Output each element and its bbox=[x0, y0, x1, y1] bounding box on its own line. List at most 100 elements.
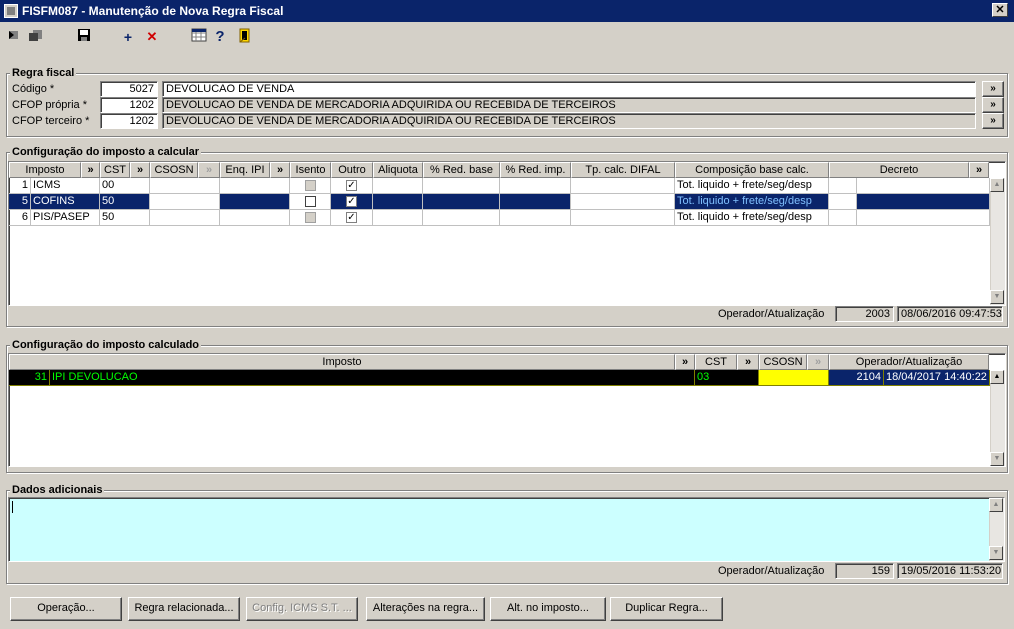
cell-empty[interactable] bbox=[150, 210, 220, 226]
cell-imposto[interactable]: ICMS bbox=[31, 178, 100, 194]
operacao-button[interactable]: Operação... bbox=[10, 597, 122, 621]
scroll-down-icon[interactable]: ▼ bbox=[990, 290, 1004, 304]
header-calc-cst-more[interactable]: » bbox=[737, 354, 759, 370]
previous-icon[interactable] bbox=[28, 28, 44, 46]
cell-empty[interactable] bbox=[220, 210, 290, 226]
header-calc-csosn[interactable]: CSOSN bbox=[759, 354, 807, 370]
header-decreto-more[interactable]: » bbox=[969, 162, 989, 178]
cell-empty[interactable] bbox=[373, 178, 423, 194]
header-enq-ipi[interactable]: Enq. IPI bbox=[220, 162, 270, 178]
alt-imposto-button[interactable]: Alt. no imposto... bbox=[490, 597, 606, 621]
cfop-propria-field[interactable]: 1202 bbox=[100, 97, 158, 113]
isento-checkbox-cell[interactable] bbox=[290, 194, 331, 210]
header-calc-cst[interactable]: CST bbox=[695, 354, 737, 370]
cell-cst[interactable]: 00 bbox=[100, 178, 150, 194]
header-csosn[interactable]: CSOSN bbox=[150, 162, 198, 178]
header-cst-more[interactable]: » bbox=[130, 162, 150, 178]
cell-composicao[interactable]: Tot. liquido + frete/seg/desp bbox=[675, 178, 829, 194]
cell-num[interactable]: 6 bbox=[9, 210, 31, 226]
outro-checkbox[interactable]: ✓ bbox=[346, 212, 357, 223]
outro-checkbox-cell[interactable]: ✓ bbox=[331, 178, 373, 194]
dados-adicionais-textarea[interactable] bbox=[8, 497, 1005, 562]
calc-cell-csosn[interactable] bbox=[759, 370, 829, 386]
codigo-lookup-button[interactable]: » bbox=[982, 81, 1004, 97]
isento-checkbox-cell[interactable] bbox=[290, 178, 331, 194]
cell-empty[interactable] bbox=[829, 194, 857, 210]
outro-checkbox[interactable]: ✓ bbox=[346, 196, 357, 207]
cell-empty[interactable] bbox=[150, 178, 220, 194]
header-red-imp[interactable]: % Red. imp. bbox=[500, 162, 571, 178]
cell-cst[interactable]: 50 bbox=[100, 194, 150, 210]
header-calc-operador[interactable]: Operador/Atualização bbox=[829, 354, 989, 370]
cell-empty[interactable] bbox=[857, 210, 990, 226]
save-icon[interactable] bbox=[76, 28, 92, 46]
calc-cell-num[interactable]: 31 bbox=[9, 370, 50, 386]
scroll-up-icon[interactable]: ▲ bbox=[990, 370, 1004, 384]
cell-imposto[interactable]: COFINS bbox=[31, 194, 100, 210]
scroll-up-icon[interactable]: ▲ bbox=[990, 178, 1004, 192]
cell-empty[interactable] bbox=[571, 194, 675, 210]
header-tp-calc-difal[interactable]: Tp. calc. DIFAL bbox=[571, 162, 675, 178]
duplicar-regra-button[interactable]: Duplicar Regra... bbox=[610, 597, 723, 621]
cell-empty[interactable] bbox=[857, 178, 990, 194]
cell-empty[interactable] bbox=[423, 194, 500, 210]
cell-empty[interactable] bbox=[423, 210, 500, 226]
header-isento[interactable]: Isento bbox=[290, 162, 331, 178]
first-icon[interactable] bbox=[6, 28, 22, 46]
cell-num[interactable]: 5 bbox=[9, 194, 31, 210]
alteracoes-regra-button[interactable]: Alterações na regra... bbox=[366, 597, 485, 621]
add-icon[interactable]: + bbox=[120, 28, 136, 46]
cell-num[interactable]: 1 bbox=[9, 178, 31, 194]
header-composicao[interactable]: Composição base calc. bbox=[675, 162, 829, 178]
cell-empty[interactable] bbox=[857, 194, 990, 210]
scroll-up-icon[interactable]: ▲ bbox=[989, 498, 1003, 512]
cell-empty[interactable] bbox=[373, 194, 423, 210]
calc-cell-atualizacao[interactable]: 18/04/2017 14:40:22 bbox=[884, 370, 990, 386]
header-enq-ipi-more[interactable]: » bbox=[270, 162, 290, 178]
header-calc-imposto-more[interactable]: » bbox=[675, 354, 695, 370]
cfop-terceiro-lookup-button[interactable]: » bbox=[982, 113, 1004, 129]
header-outro[interactable]: Outro bbox=[331, 162, 373, 178]
help-icon[interactable]: ? bbox=[212, 28, 228, 46]
cfop-terceiro-field[interactable]: 1202 bbox=[100, 113, 158, 129]
codigo-field[interactable]: 5027 bbox=[100, 81, 158, 97]
delete-icon[interactable]: ✕ bbox=[144, 28, 160, 46]
imposto-calcular-scrollbar[interactable] bbox=[990, 178, 1005, 305]
cell-imposto[interactable]: PIS/PASEP bbox=[31, 210, 100, 226]
cell-empty[interactable] bbox=[829, 178, 857, 194]
header-calc-imposto[interactable]: Imposto bbox=[9, 354, 675, 370]
cell-empty[interactable] bbox=[571, 178, 675, 194]
cell-empty[interactable] bbox=[500, 178, 571, 194]
header-red-base[interactable]: % Red. base bbox=[423, 162, 500, 178]
header-decreto[interactable]: Decreto bbox=[829, 162, 969, 178]
grid-icon[interactable] bbox=[190, 28, 208, 46]
cell-cst[interactable]: 50 bbox=[100, 210, 150, 226]
header-cst[interactable]: CST bbox=[100, 162, 130, 178]
cell-empty[interactable] bbox=[220, 194, 290, 210]
close-button[interactable]: ✕ bbox=[992, 3, 1008, 17]
cell-empty[interactable] bbox=[373, 210, 423, 226]
cell-empty[interactable] bbox=[829, 210, 857, 226]
cell-empty[interactable] bbox=[500, 210, 571, 226]
cell-composicao[interactable]: Tot. liquido + frete/seg/desp bbox=[675, 194, 829, 210]
outro-checkbox-cell[interactable]: ✓ bbox=[331, 210, 373, 226]
scroll-down-icon[interactable]: ▼ bbox=[989, 546, 1003, 560]
calc-cell-imposto[interactable]: IPI DEVOLUCAO bbox=[50, 370, 695, 386]
cell-empty[interactable] bbox=[571, 210, 675, 226]
cell-empty[interactable] bbox=[220, 178, 290, 194]
outro-checkbox-cell[interactable]: ✓ bbox=[331, 194, 373, 210]
isento-checkbox[interactable] bbox=[304, 180, 316, 191]
isento-checkbox-cell[interactable] bbox=[290, 210, 331, 226]
calc-cell-cst[interactable]: 03 bbox=[695, 370, 759, 386]
header-imposto[interactable]: Imposto bbox=[9, 162, 81, 178]
header-imposto-more[interactable]: » bbox=[81, 162, 100, 178]
cell-composicao[interactable]: Tot. liquido + frete/seg/desp bbox=[675, 210, 829, 226]
scroll-down-icon[interactable]: ▼ bbox=[990, 452, 1004, 466]
cell-empty[interactable] bbox=[150, 194, 220, 210]
calc-cell-operador[interactable]: 2104 bbox=[829, 370, 884, 386]
config-icms-st-button[interactable]: Config. ICMS S.T. ... bbox=[246, 597, 358, 621]
isento-checkbox[interactable] bbox=[304, 212, 316, 223]
header-aliquota[interactable]: Aliquota bbox=[373, 162, 423, 178]
cfop-propria-lookup-button[interactable]: » bbox=[982, 97, 1004, 113]
isento-checkbox[interactable] bbox=[304, 196, 316, 207]
